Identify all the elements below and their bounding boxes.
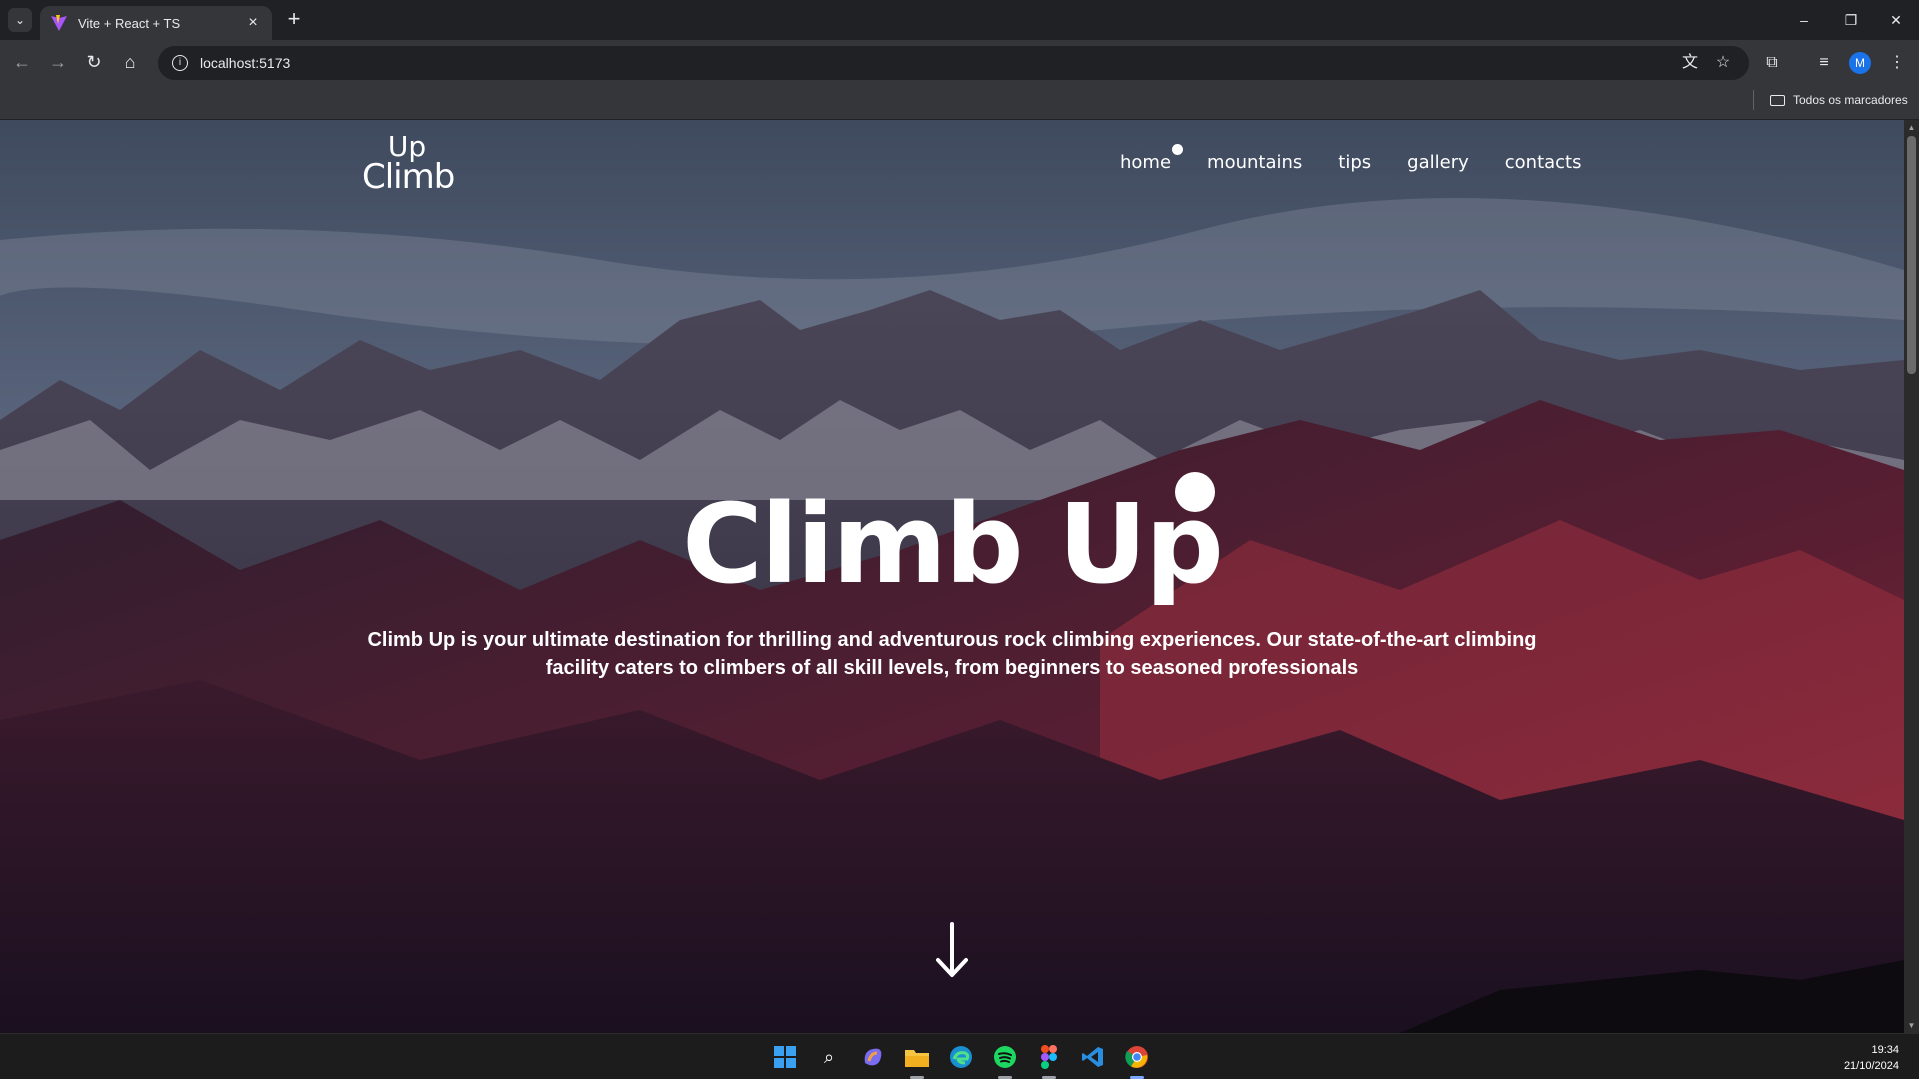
profile-avatar[interactable]: M xyxy=(1849,52,1871,74)
windows-taskbar: ⌕ 19:34 21/10/2024 xyxy=(0,1033,1919,1079)
tab-strip: ⌄ Vite + React + TS × + – ❐ ✕ xyxy=(0,0,1919,40)
nav-contacts[interactable]: contacts xyxy=(1505,152,1582,173)
nav-gallery[interactable]: gallery xyxy=(1407,152,1469,173)
restore-button[interactable]: ❐ xyxy=(1831,6,1871,34)
site-logo[interactable]: Up Climb xyxy=(362,133,455,197)
close-window-button[interactable]: ✕ xyxy=(1876,6,1916,34)
edge-icon[interactable] xyxy=(946,1042,976,1072)
scroll-down-arrow-icon[interactable] xyxy=(932,920,972,980)
minimize-button[interactable]: – xyxy=(1784,6,1824,34)
active-tab[interactable]: Vite + React + TS × xyxy=(40,6,272,40)
windows-start-icon[interactable] xyxy=(770,1042,800,1072)
file-explorer-icon[interactable] xyxy=(902,1042,932,1072)
nav-mountains[interactable]: mountains xyxy=(1207,152,1302,173)
scroll-down-icon[interactable]: ▼ xyxy=(1904,1018,1919,1033)
logo-line-2: Climb xyxy=(362,156,455,197)
scrollbar-thumb[interactable] xyxy=(1907,136,1916,374)
active-indicator-dot xyxy=(1172,144,1184,155)
extensions-icon[interactable]: ⧉ xyxy=(1761,52,1783,74)
url-text: localhost:5173 xyxy=(200,55,291,71)
tab-search-button[interactable]: ⌄ xyxy=(8,8,32,32)
main-nav: home mountains tips gallery contacts xyxy=(1120,144,1582,173)
spotify-icon[interactable] xyxy=(990,1042,1020,1072)
vscode-icon[interactable] xyxy=(1078,1042,1108,1072)
clock-date: 21/10/2024 xyxy=(1843,1060,1899,1072)
system-clock[interactable]: 19:34 21/10/2024 xyxy=(1844,1042,1899,1074)
new-tab-button[interactable]: + xyxy=(282,8,306,32)
translate-icon[interactable]: 文 xyxy=(1679,52,1701,74)
forward-icon[interactable]: → xyxy=(46,50,70,74)
menu-kebab-icon[interactable]: ⋮ xyxy=(1886,52,1908,74)
tab-title: Vite + React + TS xyxy=(78,15,181,31)
search-icon[interactable]: ⌕ xyxy=(814,1042,844,1072)
folder-icon xyxy=(1770,94,1785,106)
page-scrollbar[interactable]: ▲ ▼ xyxy=(1904,120,1919,1033)
clock-time: 19:34 xyxy=(1871,1044,1899,1056)
chrome-icon[interactable] xyxy=(1122,1042,1152,1072)
nav-tips[interactable]: tips xyxy=(1338,152,1371,173)
scroll-up-icon[interactable]: ▲ xyxy=(1904,120,1919,135)
browser-chrome: ⌄ Vite + React + TS × + – ❐ ✕ ← → ↻ ⌂ i … xyxy=(0,0,1919,120)
bookmarks-bar xyxy=(0,84,1919,120)
media-control-icon[interactable]: ≡ xyxy=(1813,52,1835,74)
site-info-icon[interactable]: i xyxy=(172,55,188,71)
back-icon[interactable]: ← xyxy=(10,50,34,74)
all-bookmarks-button[interactable]: Todos os marcadores xyxy=(1770,90,1908,110)
reload-icon[interactable]: ↻ xyxy=(82,50,106,74)
hero-title: Climb Up xyxy=(682,480,1224,608)
hero-title-dot xyxy=(1175,472,1215,512)
bookmarks-separator xyxy=(1753,90,1754,110)
nav-home[interactable]: home xyxy=(1120,144,1184,173)
all-bookmarks-label: Todos os marcadores xyxy=(1793,93,1908,107)
copilot-icon[interactable] xyxy=(858,1042,888,1072)
close-tab-icon[interactable]: × xyxy=(244,14,262,32)
nav-home-label: home xyxy=(1120,152,1172,173)
address-bar[interactable]: i localhost:5173 xyxy=(158,46,1749,80)
page-viewport: Up Climb home mountains tips gallery con… xyxy=(0,120,1919,1033)
vite-icon xyxy=(51,15,67,31)
hero-section: Up Climb home mountains tips gallery con… xyxy=(0,120,1904,1033)
home-icon[interactable]: ⌂ xyxy=(118,50,142,74)
figma-icon[interactable] xyxy=(1034,1042,1064,1072)
bookmark-star-icon[interactable]: ☆ xyxy=(1712,52,1734,74)
hero-description: Climb Up is your ultimate destination fo… xyxy=(367,629,1537,679)
